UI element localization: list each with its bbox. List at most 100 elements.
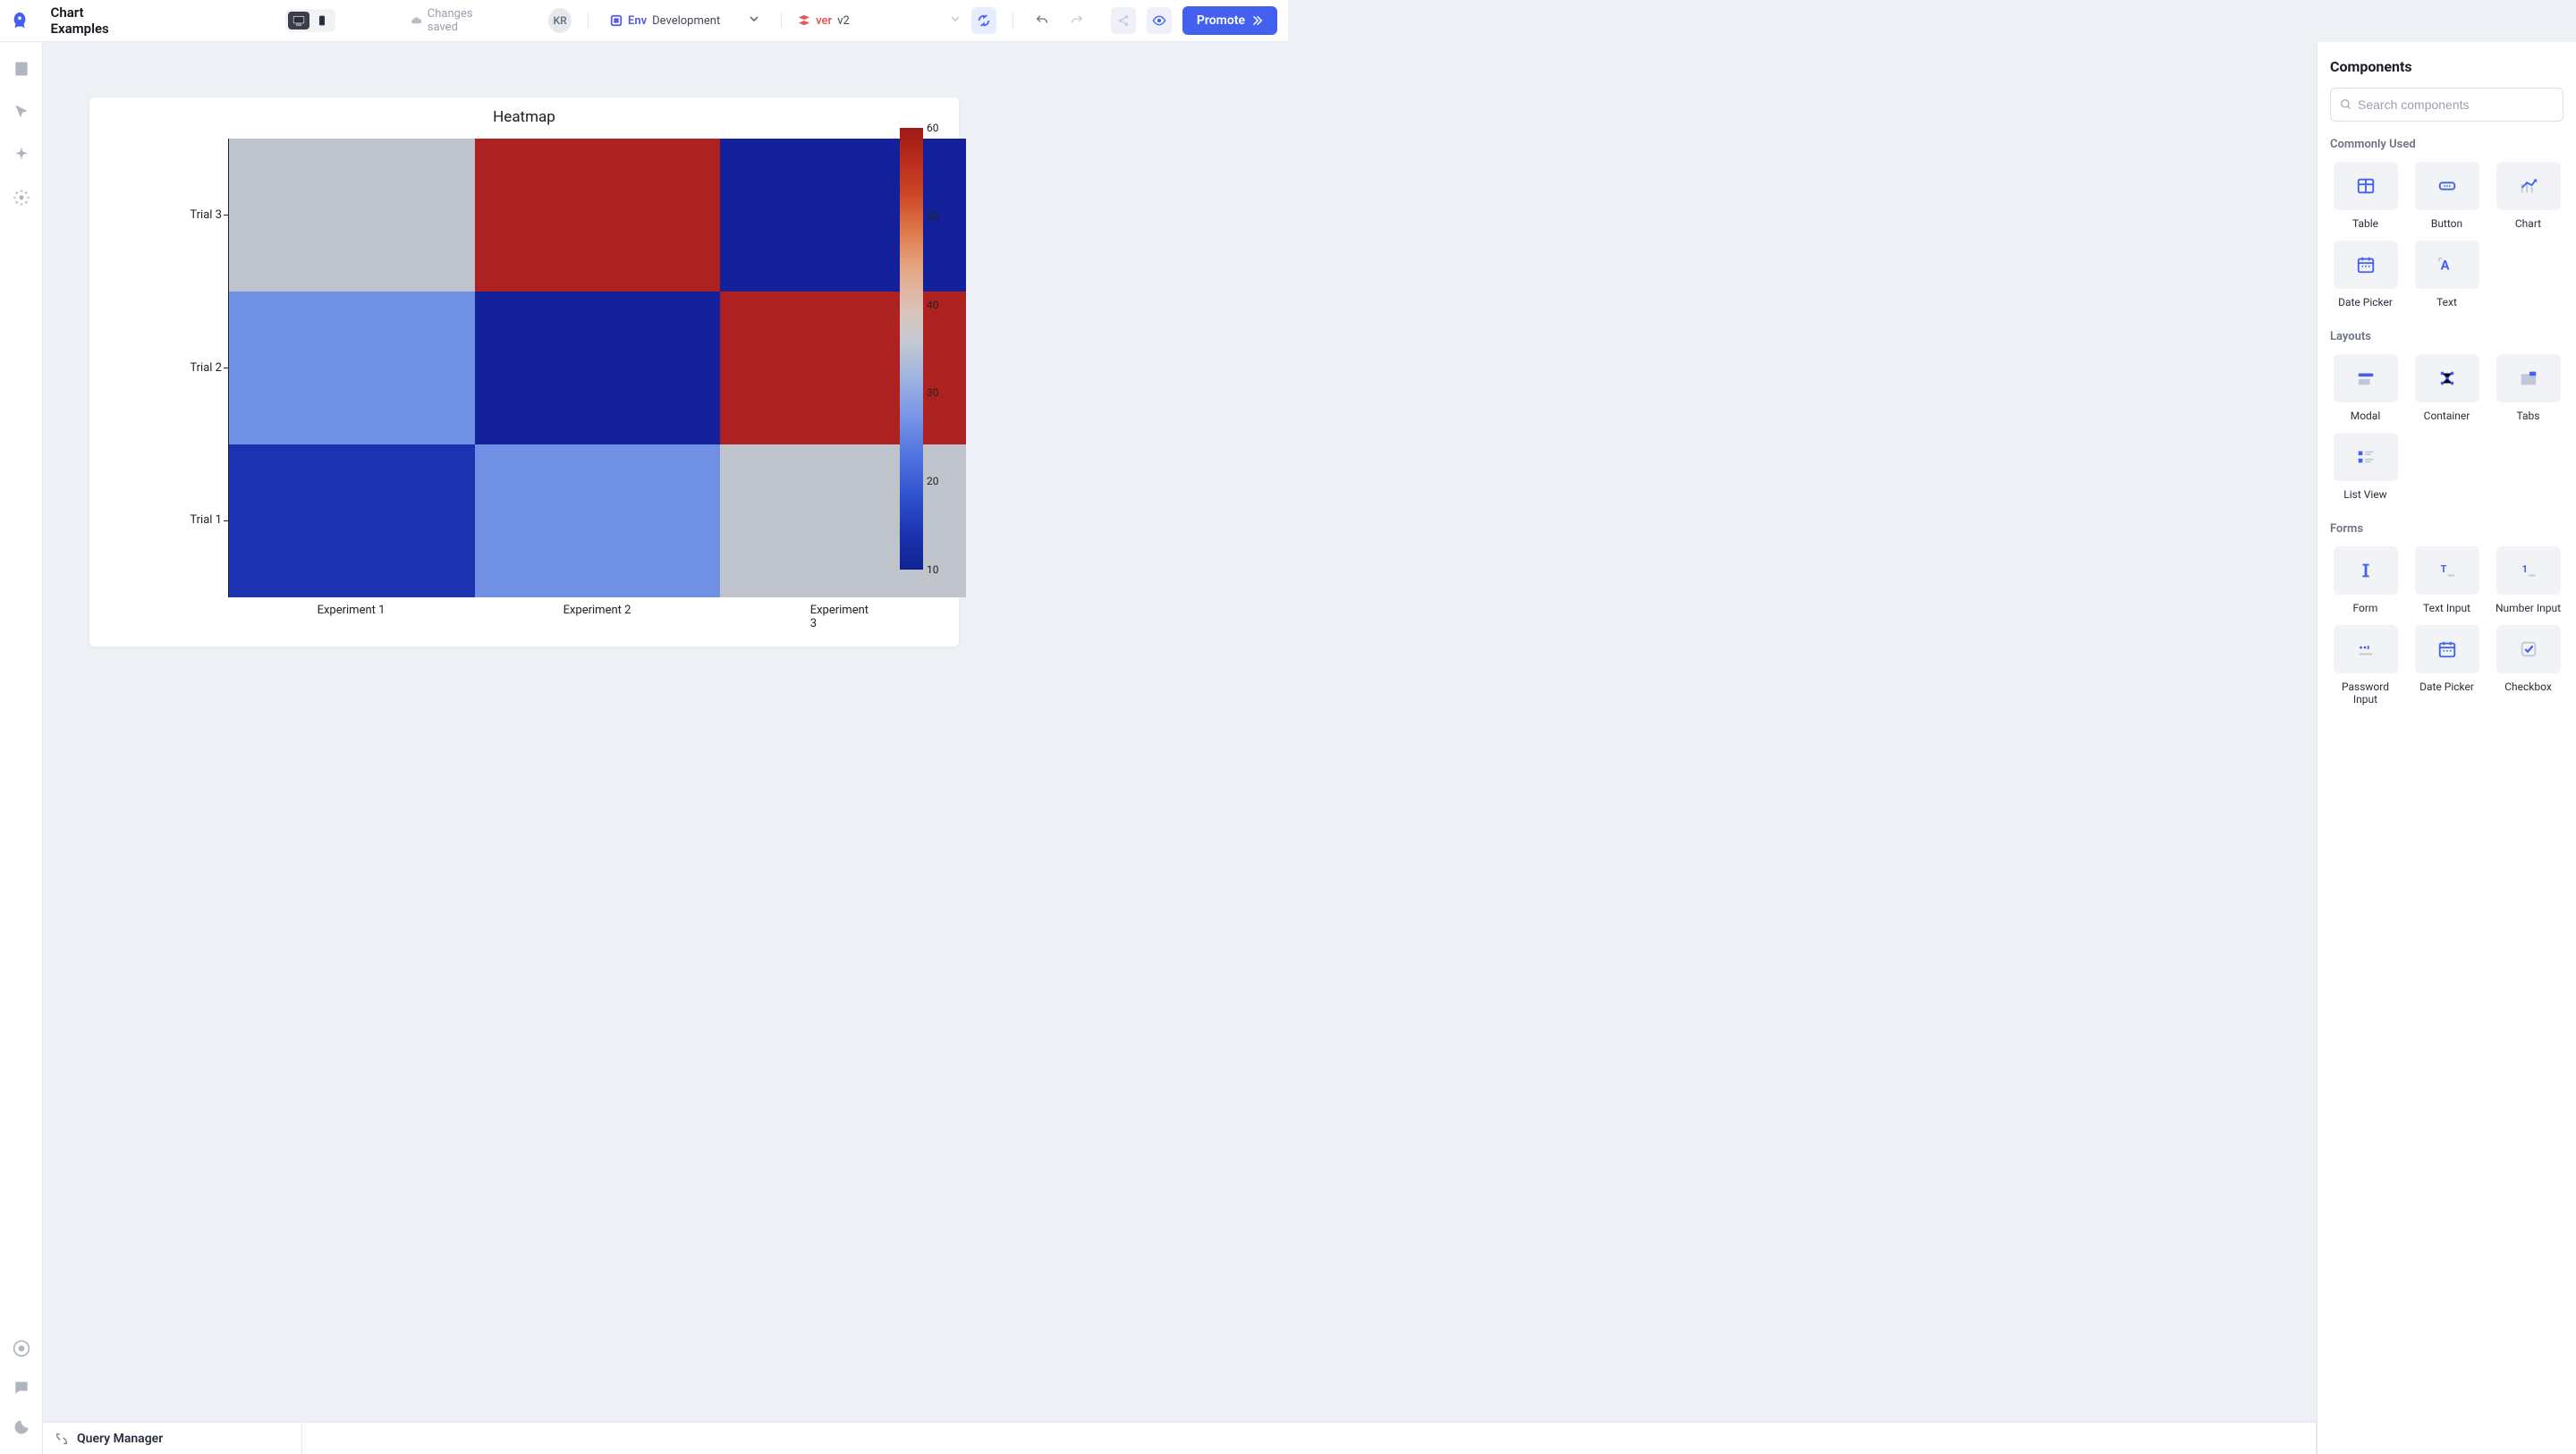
rocket-icon <box>10 11 30 30</box>
component-checkbox[interactable]: Checkbox <box>2493 625 2563 706</box>
stack-icon <box>798 14 810 27</box>
heatmap-cell <box>475 139 721 292</box>
eye-icon <box>1152 13 1166 28</box>
chart-heatmap[interactable]: Heatmap Trial 3 Trial 2 Trial 1 <box>89 97 959 647</box>
user-avatar[interactable]: KR <box>548 8 572 33</box>
colorbar: 60 50 40 30 20 10 <box>900 128 923 570</box>
chart-icon <box>2518 176 2539 196</box>
tabs-icon <box>2518 368 2539 388</box>
panel-title: Components <box>2330 58 2563 75</box>
rail-cursor-button[interactable] <box>13 103 30 121</box>
divider <box>781 13 782 29</box>
checkbox-icon <box>2518 639 2539 659</box>
device-mobile-button[interactable] <box>311 12 333 30</box>
heatmap-row <box>229 139 966 292</box>
component-chart[interactable]: Chart <box>2493 162 2563 230</box>
rail-chat-button[interactable] <box>13 1379 30 1397</box>
modal-icon <box>2355 368 2377 388</box>
chevron-double-right-icon <box>1250 14 1263 27</box>
refresh-button[interactable] <box>971 7 996 34</box>
calendar-icon <box>2436 639 2458 659</box>
chart-title: Heatmap <box>89 97 959 126</box>
component-number-input[interactable]: 1 Number Input <box>2493 546 2563 614</box>
component-container[interactable]: Container <box>2411 354 2482 422</box>
heatmap-row <box>229 444 966 597</box>
component-list-view[interactable]: List View <box>2330 433 2401 501</box>
canvas[interactable]: Heatmap Trial 3 Trial 2 Trial 1 <box>43 42 2317 1422</box>
share-icon <box>1117 14 1130 27</box>
component-date-picker[interactable]: Date Picker <box>2330 241 2401 309</box>
desktop-icon <box>292 15 305 26</box>
search-components[interactable] <box>2330 88 2563 122</box>
app-title: Chart Examples <box>51 4 139 37</box>
x-tick: Experiment 2 <box>564 604 631 617</box>
preview-button[interactable] <box>1147 7 1172 34</box>
form-icon <box>2355 561 2377 580</box>
y-tick: Trial 2 <box>179 361 222 375</box>
colorbar-tick: 30 <box>927 386 939 399</box>
rail-pages-button[interactable] <box>13 60 30 78</box>
button-icon <box>2436 176 2458 196</box>
heatmap-cell <box>475 444 721 597</box>
heatmap-cell <box>229 444 475 597</box>
colorbar-gradient <box>900 128 923 570</box>
component-password-input[interactable]: Password Input <box>2330 625 2401 706</box>
svg-text:T: T <box>2440 563 2446 575</box>
redo-button[interactable] <box>1064 7 1089 34</box>
heatmap-grid <box>228 139 966 597</box>
left-rail <box>0 42 43 1454</box>
heatmap-row <box>229 292 966 444</box>
password-icon <box>2355 639 2377 659</box>
component-modal[interactable]: Modal <box>2330 354 2401 422</box>
component-table[interactable]: Table <box>2330 162 2401 230</box>
version-selector[interactable]: ver v2 <box>798 13 961 28</box>
section-label-forms: Forms <box>2330 522 2563 536</box>
svg-text:1: 1 <box>2521 563 2527 575</box>
environment-selector[interactable]: Env Development <box>605 10 765 31</box>
expand-icon <box>55 1433 68 1445</box>
section-label-layouts: Layouts <box>2330 330 2563 343</box>
rail-help-button[interactable] <box>13 1340 30 1357</box>
y-tick: Trial 1 <box>179 513 222 527</box>
cloud-icon <box>411 14 422 27</box>
query-manager-toggle[interactable]: Query Manager <box>43 1423 302 1454</box>
redo-icon <box>1070 13 1084 28</box>
chevron-down-icon <box>749 13 759 28</box>
number-input-icon: 1 <box>2518 561 2539 580</box>
y-tick: Trial 3 <box>179 208 222 222</box>
colorbar-tick: 10 <box>927 563 939 576</box>
heatmap-cell <box>229 292 475 444</box>
divider <box>588 13 589 29</box>
rail-theme-button[interactable] <box>13 1418 30 1436</box>
rail-sparkle-button[interactable] <box>13 146 30 164</box>
mobile-icon <box>316 15 328 26</box>
x-tick: Experiment 1 <box>318 604 386 617</box>
x-tick: Experiment 3 <box>810 604 877 630</box>
component-tabs[interactable]: Tabs <box>2493 354 2563 422</box>
list-icon <box>2355 447 2377 467</box>
component-form[interactable]: Form <box>2330 546 2401 614</box>
promote-button[interactable]: Promote <box>1182 6 1277 35</box>
calendar-icon <box>2355 255 2377 275</box>
heatmap-cell <box>475 292 721 444</box>
colorbar-tick: 20 <box>927 475 939 487</box>
undo-button[interactable] <box>1030 7 1055 34</box>
component-button[interactable]: Button <box>2411 162 2482 230</box>
search-icon <box>2340 98 2352 111</box>
colorbar-tick: 50 <box>927 210 939 223</box>
components-panel: Components Commonly Used Table Button Ch… <box>2317 42 2576 1454</box>
component-text[interactable]: A Text <box>2411 241 2482 309</box>
refresh-icon <box>977 13 991 28</box>
app-logo[interactable] <box>0 0 40 42</box>
save-status: Changes saved <box>411 7 500 34</box>
device-desktop-button[interactable] <box>288 12 309 30</box>
component-text-input[interactable]: T Text Input <box>2411 546 2482 614</box>
device-toggle <box>285 9 335 32</box>
component-date-picker-form[interactable]: Date Picker <box>2411 625 2482 706</box>
container-icon <box>2436 368 2458 388</box>
share-button[interactable] <box>1111 7 1136 34</box>
rail-settings-button[interactable] <box>13 189 30 207</box>
heatmap-cell <box>720 292 966 444</box>
heatmap-cell <box>229 139 475 292</box>
search-input[interactable] <box>2358 97 2554 112</box>
